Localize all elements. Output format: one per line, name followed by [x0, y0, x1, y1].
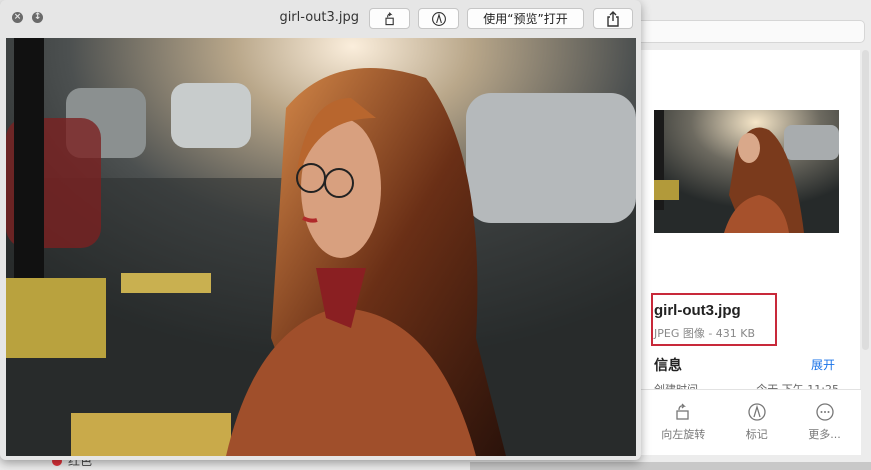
more-label: 更多...	[808, 428, 841, 441]
markup-icon	[431, 11, 446, 26]
image-thumbnail	[654, 110, 839, 233]
created-label: 创建时间	[654, 381, 698, 389]
window-title: girl-out3.jpg	[279, 10, 359, 25]
preview-inspector: girl-out3.jpg JPEG 图像 - 431 KB 信息 展开 创建时…	[640, 50, 861, 455]
search-field[interactable]	[630, 20, 865, 43]
quicklook-toolbar: × ↕ girl-out3.jpg 使用“预览”打开	[0, 0, 641, 36]
created-value: 今天 下午 11:25	[756, 381, 839, 389]
rotate-left-label: 向左旋转	[661, 428, 706, 441]
markup-icon	[748, 403, 766, 421]
markup-button[interactable]	[418, 8, 459, 29]
image-preview	[6, 38, 636, 456]
share-button[interactable]	[593, 8, 633, 29]
created-row: 创建时间 今天 下午 11:25	[654, 381, 839, 389]
horizontal-scrollbar[interactable]	[470, 462, 871, 470]
more-button[interactable]: 更多...	[808, 402, 841, 455]
markup-button[interactable]: 标记	[746, 402, 768, 455]
highlight-box	[651, 293, 777, 346]
expand-link[interactable]: 展开	[811, 356, 835, 373]
rotate-left-button[interactable]: 向左旋转	[661, 402, 705, 455]
scrollbar[interactable]	[862, 50, 869, 350]
quicklook-window: × ↕ girl-out3.jpg 使用“预览”打开	[0, 0, 641, 460]
info-heading: 信息	[654, 357, 682, 373]
action-bar: 向左旋转 标记 更多...	[641, 389, 861, 455]
markup-label: 标记	[745, 428, 768, 441]
close-button[interactable]: ×	[12, 12, 23, 23]
rotate-button[interactable]	[369, 8, 410, 29]
open-with-preview-button[interactable]: 使用“预览”打开	[467, 8, 584, 29]
fullscreen-button[interactable]: ↕	[32, 12, 43, 23]
rotate-left-icon	[676, 403, 689, 420]
more-icon	[815, 403, 834, 421]
share-icon	[607, 10, 619, 27]
rotate-left-icon	[384, 11, 394, 25]
